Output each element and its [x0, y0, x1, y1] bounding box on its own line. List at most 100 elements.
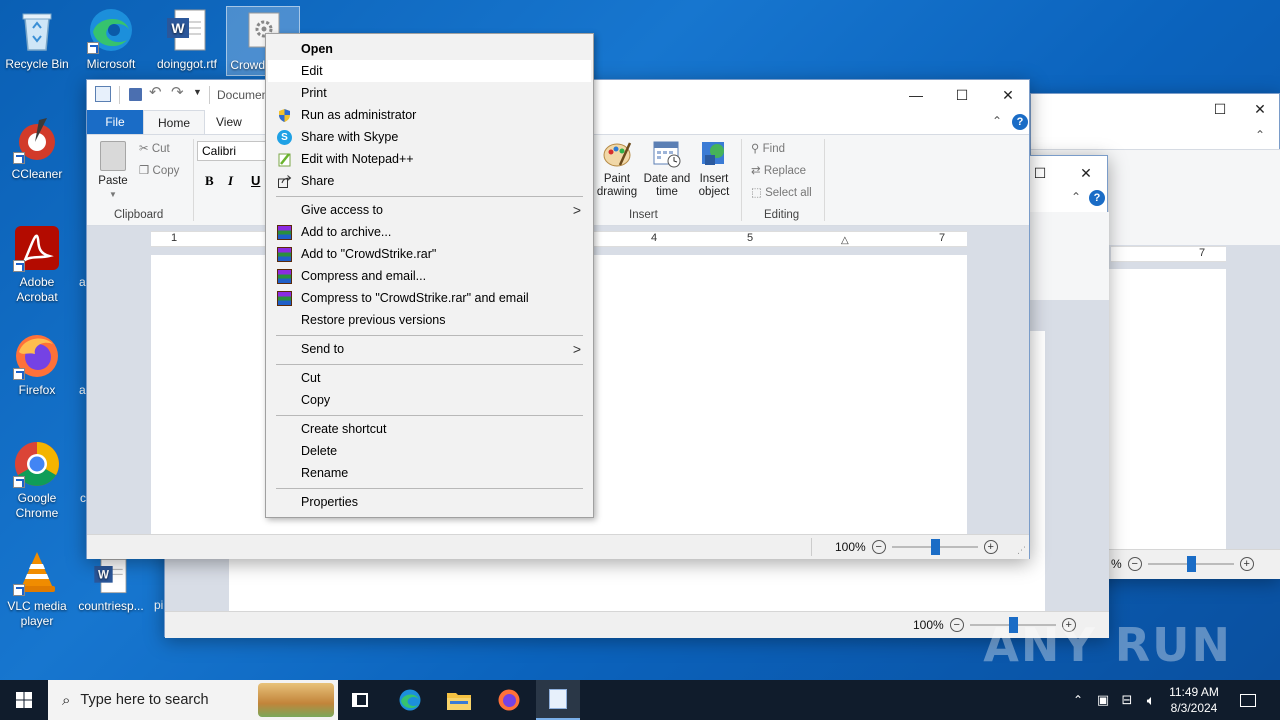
ccleaner-icon: [13, 116, 61, 164]
desktop-icon-vlc[interactable]: VLC media player: [0, 548, 74, 629]
cut-button[interactable]: ✂ Cut: [139, 141, 170, 155]
resize-grip-icon[interactable]: ⋰: [1017, 545, 1026, 556]
zoom-slider[interactable]: [891, 539, 978, 555]
word-document-icon: W: [163, 6, 211, 54]
desktop-icon-chrome[interactable]: Google Chrome: [0, 440, 74, 521]
vlc-icon: [13, 548, 61, 596]
menu-item-delete[interactable]: Delete: [268, 440, 591, 462]
taskbar: ⌕ Type here to search ⌃ ▣ ⊟ 🔈︎ 11:49 AM …: [0, 680, 1280, 720]
menu-item-compress-rar-email[interactable]: Compress to "CrowdStrike.rar" and email: [268, 287, 591, 309]
taskbar-firefox[interactable]: [487, 680, 531, 720]
desktop-icon-ccleaner[interactable]: CCleaner: [0, 116, 74, 182]
paint-drawing-button[interactable]: Paint drawing: [595, 139, 639, 199]
folder-icon: [447, 693, 471, 710]
task-view-button[interactable]: [338, 680, 382, 720]
task-view-icon: [352, 693, 368, 707]
desktop-icon-countries[interactable]: W countriesp...: [74, 556, 148, 614]
menu-item-cut[interactable]: Cut: [268, 367, 591, 389]
volume-icon[interactable]: 🔈︎: [1140, 680, 1162, 720]
show-hidden-icons-button[interactable]: ⌃: [1068, 680, 1088, 720]
save-icon[interactable]: [129, 88, 142, 101]
start-button[interactable]: [0, 680, 48, 720]
search-input[interactable]: ⌕ Type here to search: [48, 680, 338, 720]
menu-item-compress-email[interactable]: Compress and email...: [268, 265, 591, 287]
font-family-select[interactable]: Calibri: [197, 141, 267, 161]
zoom-in-button[interactable]: +: [983, 540, 998, 554]
desktop-icon-recycle-bin[interactable]: Recycle Bin: [0, 6, 74, 72]
menu-item-run-as-admin[interactable]: Run as administrator: [268, 104, 591, 126]
paste-button[interactable]: Paste ▼: [95, 141, 131, 201]
desktop-icon-edge[interactable]: Microsoft Edge: [74, 6, 148, 72]
menu-item-add-to-rar[interactable]: Add to "CrowdStrike.rar": [268, 243, 591, 265]
menu-item-properties[interactable]: Properties: [268, 491, 591, 513]
bold-button[interactable]: B: [205, 173, 214, 189]
windows-logo-icon: [16, 692, 32, 708]
desktop-icon-doinggot[interactable]: W doinggot.rtf: [150, 6, 224, 72]
desktop-icon-label: VLC media player: [7, 599, 67, 628]
zoom-slider[interactable]: [1147, 556, 1234, 572]
copy-button[interactable]: ❐ Copy: [139, 163, 179, 177]
desktop-icon-label: doinggot.rtf: [156, 57, 218, 71]
taskbar-file-explorer[interactable]: [437, 680, 481, 720]
replace-button[interactable]: ⇄ Replace: [751, 163, 806, 177]
ruler: 7: [1111, 246, 1226, 262]
close-button[interactable]: ✕: [1237, 94, 1280, 124]
menu-item-give-access[interactable]: Give access to >: [268, 199, 591, 221]
network-icon[interactable]: ⊟: [1116, 680, 1138, 720]
minimize-button[interactable]: —: [893, 80, 939, 110]
menu-item-restore-versions[interactable]: Restore previous versions: [268, 309, 591, 331]
collapse-ribbon-icon[interactable]: ⌃: [1071, 190, 1081, 204]
notification-icon: [1240, 693, 1256, 707]
tab-view[interactable]: View: [202, 110, 256, 134]
notification-center-button[interactable]: [1232, 680, 1264, 720]
help-icon[interactable]: ?: [1089, 190, 1105, 206]
redo-icon[interactable]: ↷: [171, 83, 184, 101]
menu-item-rename[interactable]: Rename: [268, 462, 591, 484]
menu-item-send-to[interactable]: Send to >: [268, 338, 591, 360]
maximize-button[interactable]: ☐: [939, 80, 985, 110]
desktop-icon-label: Google Chrome: [15, 491, 59, 520]
menu-item-open[interactable]: Open: [268, 38, 591, 60]
desktop-icon-label: CCleaner: [11, 167, 63, 181]
collapse-ribbon-icon[interactable]: ⌃: [992, 114, 1002, 128]
right-indent-marker[interactable]: △: [841, 235, 849, 246]
menu-item-share-skype[interactable]: S Share with Skype: [268, 126, 591, 148]
underline-button[interactable]: U: [251, 173, 260, 188]
undo-icon[interactable]: ↶: [149, 83, 162, 101]
menu-item-copy[interactable]: Copy: [268, 389, 591, 411]
italic-button[interactable]: I: [228, 173, 233, 189]
menu-item-add-archive[interactable]: Add to archive...: [268, 221, 591, 243]
help-icon[interactable]: ?: [1012, 114, 1028, 130]
copy-icon: ❐: [139, 165, 150, 177]
zoom-out-button[interactable]: −: [871, 540, 886, 554]
close-button[interactable]: ✕: [1063, 158, 1109, 188]
chrome-icon: [13, 440, 61, 488]
quick-access-dropdown-icon[interactable]: ▼: [193, 87, 202, 97]
word-document-icon: W: [91, 556, 131, 596]
menu-item-create-shortcut[interactable]: Create shortcut: [268, 418, 591, 440]
menu-item-print[interactable]: Print: [268, 82, 591, 104]
collapse-ribbon-icon[interactable]: ⌃: [1255, 128, 1265, 142]
tab-file[interactable]: File: [87, 110, 143, 134]
svg-text:W: W: [171, 20, 185, 36]
menu-item-notepadpp[interactable]: Edit with Notepad++: [268, 148, 591, 170]
zoom-in-button[interactable]: +: [1239, 557, 1254, 571]
clock[interactable]: 11:49 AM 8/3/2024: [1164, 684, 1224, 716]
close-button[interactable]: ✕: [985, 80, 1031, 110]
tray-device-icon[interactable]: ▣: [1092, 680, 1114, 720]
firefox-icon: [498, 689, 520, 711]
menu-item-share[interactable]: Share: [268, 170, 591, 192]
date-time-button[interactable]: Date and time: [641, 139, 693, 199]
desktop-icon-acrobat[interactable]: Adobe Acrobat: [0, 224, 74, 305]
select-all-button[interactable]: ⬚ Select all: [751, 185, 812, 199]
group-label-editing: Editing: [764, 209, 800, 221]
zoom-out-button[interactable]: −: [949, 618, 964, 632]
taskbar-edge[interactable]: [388, 680, 432, 720]
insert-object-button[interactable]: Insert object: [693, 139, 735, 199]
taskbar-wordpad[interactable]: [536, 680, 580, 720]
menu-item-edit[interactable]: Edit: [268, 60, 591, 82]
find-button[interactable]: ⚲ Find: [751, 141, 785, 155]
zoom-out-button[interactable]: −: [1127, 557, 1142, 571]
desktop-icon-firefox[interactable]: Firefox: [0, 332, 74, 398]
tab-home[interactable]: Home: [143, 110, 206, 134]
